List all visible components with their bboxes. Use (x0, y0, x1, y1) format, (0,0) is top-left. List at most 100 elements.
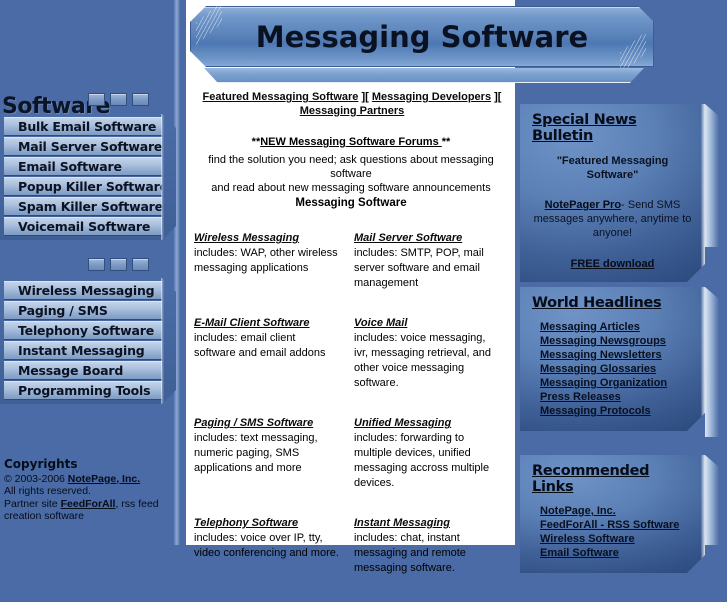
sidebar-item-instant-messaging[interactable]: Instant Messaging (4, 341, 162, 360)
category-link-email-client-software[interactable]: E-Mail Client Software (194, 317, 310, 329)
category-link-instant-messaging[interactable]: Instant Messaging (354, 517, 450, 529)
forums-link[interactable]: NEW Messaging Software Forums (260, 136, 442, 148)
nav-link-messaging-developers[interactable]: Messaging Developers (372, 91, 491, 103)
top-nav: Featured Messaging Software ][ Messaging… (192, 90, 512, 118)
world-headlines-list: Messaging Articles Messaging Newsgroups … (532, 321, 693, 417)
copyright-block: Copyrights © 2003-2006 NotePage, Inc. Al… (4, 458, 169, 523)
sidebar-item-bulk-email-software[interactable]: Bulk Email Software (4, 117, 162, 136)
forums-body: find the solution you need; ask question… (194, 153, 508, 195)
category-cell: Mail Server Software includes: SMTP, POP… (354, 232, 500, 317)
category-cell: Paging / SMS Software includes: text mes… (194, 417, 340, 502)
category-description: includes: email client software and emai… (194, 332, 326, 359)
world-link-messaging-glossaries[interactable]: Messaging Glossaries (540, 363, 656, 375)
list-item: Wireless Software (540, 533, 693, 545)
news-download: FREE download (532, 258, 693, 270)
recommended-link-email-software[interactable]: Email Software (540, 547, 619, 559)
category-title: Instant Messaging (354, 517, 500, 529)
list-item: FeedForAll - RSS Software (540, 519, 693, 531)
category-title: E-Mail Client Software (194, 317, 340, 329)
world-link-press-releases[interactable]: Press Releases (540, 391, 621, 403)
category-title: Telephony Software (194, 517, 340, 529)
main-content: Messaging Software Featured Messaging So… (186, 0, 654, 574)
list-item: Messaging Newsletters (540, 349, 693, 361)
sidebar-item-spam-killer-software[interactable]: Spam Killer Software (4, 197, 162, 216)
category-description: includes: WAP, other wireless messaging … (194, 247, 338, 274)
sidebar-tabs-decoration-two (88, 258, 149, 271)
world-link-messaging-newsgroups[interactable]: Messaging Newsgroups (540, 335, 666, 347)
category-link-unified-messaging[interactable]: Unified Messaging (354, 417, 451, 429)
world-link-messaging-organization[interactable]: Messaging Organization (540, 377, 667, 389)
nav-link-featured-messaging-software[interactable]: Featured Messaging Software (203, 91, 359, 103)
list-item: Messaging Articles (540, 321, 693, 333)
category-grid: Wireless Messaging includes: WAP, other … (194, 232, 514, 602)
notepager-pro-link[interactable]: NotePager Pro (545, 199, 621, 211)
recommended-link-wireless-software[interactable]: Wireless Software (540, 533, 635, 545)
category-link-voice-mail[interactable]: Voice Mail (354, 317, 407, 329)
sidebar-tabs-decoration-one (88, 93, 149, 106)
news-product: NotePager Pro- Send SMS messages anywher… (532, 198, 693, 240)
sidebar-item-paging-sms[interactable]: Paging / SMS (4, 301, 162, 320)
recommended-link-notepage-inc[interactable]: NotePage, Inc. (540, 505, 616, 517)
tab-square (132, 258, 149, 271)
category-title: Wireless Messaging (194, 232, 340, 244)
category-cell: Instant Messaging includes: chat, instan… (354, 517, 500, 602)
category-description: includes: SMTP, POP, mail server softwar… (354, 247, 484, 289)
sidebar-item-mail-server-software[interactable]: Mail Server Software (4, 137, 162, 156)
news-featured-line1: "Featured Messaging (556, 155, 669, 167)
tab-square (132, 93, 149, 106)
links-panel-edge (705, 455, 719, 545)
partner-prefix: Partner site (4, 497, 61, 510)
list-item: Email Software (540, 547, 693, 559)
sidebar-item-message-board[interactable]: Message Board (4, 361, 162, 380)
world-headlines-panel: World Headlines Messaging Articles Messa… (520, 287, 705, 431)
nav-link-messaging-partners[interactable]: Messaging Partners (300, 105, 405, 117)
recommended-link-feedforall-rss-software[interactable]: FeedForAll - RSS Software (540, 519, 679, 531)
feedforall-link[interactable]: FeedForAll (61, 498, 116, 510)
free-download-link[interactable]: FREE download (571, 258, 655, 270)
category-title: Voice Mail (354, 317, 500, 329)
category-description: includes: voice messaging, ivr, messagin… (354, 332, 491, 389)
category-description: includes: voice over IP, tty, video conf… (194, 532, 339, 559)
links-panel-heading: Recommended Links (532, 463, 650, 495)
category-cell: Telephony Software includes: voice over … (194, 517, 340, 587)
world-link-messaging-articles[interactable]: Messaging Articles (540, 321, 640, 333)
category-description: includes: forwarding to multiple devices… (354, 432, 490, 489)
nav-separator: ][ (361, 91, 369, 103)
special-news-bulletin-panel: Special News Bulletin "Featured Messagin… (520, 104, 705, 282)
notepage-link[interactable]: NotePage, Inc. (68, 473, 140, 485)
sidebar-item-telephony-software[interactable]: Telephony Software (4, 321, 162, 340)
forums-body-line1: find the solution you need; ask question… (208, 154, 494, 180)
forums-announcement: **NEW Messaging Software Forums ** find … (194, 136, 508, 195)
sidebar-menu-group-software: Bulk Email Software Mail Server Software… (0, 114, 176, 240)
category-link-paging-sms-software[interactable]: Paging / SMS Software (194, 417, 313, 429)
world-link-messaging-newsletters[interactable]: Messaging Newsletters (540, 349, 662, 361)
world-link-messaging-protocols[interactable]: Messaging Protocols (540, 405, 651, 417)
sidebar-item-popup-killer-software[interactable]: Popup Killer Software (4, 177, 162, 196)
forums-headline: **NEW Messaging Software Forums ** (194, 136, 508, 148)
copyright-year: © 2003-2006 (4, 472, 68, 485)
category-title: Mail Server Software (354, 232, 500, 244)
tab-square (110, 93, 127, 106)
forums-prefix: ** (251, 136, 261, 148)
category-link-wireless-messaging[interactable]: Wireless Messaging (194, 232, 299, 244)
list-item: Messaging Organization (540, 377, 693, 389)
list-item: Messaging Protocols (540, 405, 693, 417)
tab-square (88, 93, 105, 106)
list-item: Messaging Glossaries (540, 363, 693, 375)
forums-body-line2: and read about new messaging software an… (211, 182, 491, 194)
rights-reserved: All rights reserved. (4, 485, 91, 497)
world-panel-edge (705, 287, 719, 437)
sidebar-item-voicemail-software[interactable]: Voicemail Software (4, 217, 162, 236)
category-link-telephony-software[interactable]: Telephony Software (194, 517, 298, 529)
category-link-mail-server-software[interactable]: Mail Server Software (354, 232, 462, 244)
copyright-heading: Copyrights (4, 457, 78, 471)
sidebar: Software Bulk Email Software Mail Server… (0, 0, 180, 545)
news-panel-heading: Special News Bulletin (532, 112, 637, 144)
sidebar-item-programming-tools[interactable]: Programming Tools (4, 381, 162, 400)
recommended-links-panel: Recommended Links NotePage, Inc. FeedFor… (520, 455, 705, 573)
tab-square (88, 258, 105, 271)
recommended-links-list: NotePage, Inc. FeedForAll - RSS Software… (532, 505, 693, 559)
sidebar-item-email-software[interactable]: Email Software (4, 157, 162, 176)
category-cell: Wireless Messaging includes: WAP, other … (194, 232, 340, 302)
sidebar-item-wireless-messaging[interactable]: Wireless Messaging (4, 281, 162, 300)
